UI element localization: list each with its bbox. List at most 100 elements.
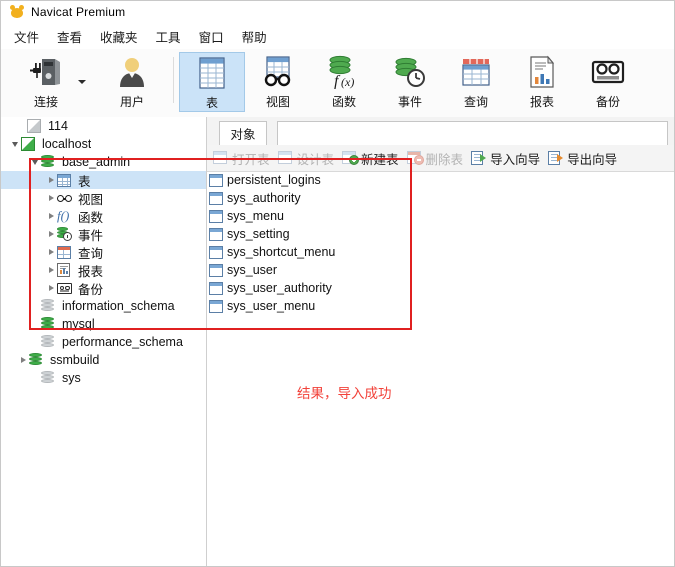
list-item[interactable]: sys_user_menu	[207, 297, 674, 315]
database-grey-icon	[41, 334, 58, 350]
database-tree-panel[interactable]: 114 localhost base_admin 表 视图 f() 函数 事件 …	[1, 117, 207, 566]
tree-chevron-placeholder	[29, 333, 41, 351]
tree-label: 查询	[78, 246, 104, 261]
query-grid-icon	[460, 52, 492, 92]
tree-node-sys[interactable]: sys	[1, 369, 206, 387]
database-grey-icon	[41, 298, 58, 314]
menu-bar: 文件 查看 收藏夹 工具 窗口 帮助	[1, 23, 674, 50]
tab-strip: 对象	[207, 117, 674, 146]
design-table-button[interactable]: 设计表	[276, 147, 341, 169]
table-list[interactable]: persistent_logins sys_authority sys_menu…	[207, 171, 674, 566]
menu-favorites[interactable]: 收藏夹	[91, 24, 147, 49]
tree-node-functions[interactable]: f() 函数	[1, 207, 206, 225]
tree-node-events[interactable]: 事件	[1, 225, 206, 243]
toolbar-event-label: 事件	[397, 95, 422, 109]
chevron-right-icon[interactable]	[45, 261, 57, 279]
export-wizard-label: 导出向导	[567, 152, 618, 167]
tree-label: 报表	[78, 264, 104, 279]
tree-node-queries[interactable]: 查询	[1, 243, 206, 261]
tree-label: 事件	[78, 228, 104, 243]
toolbar-user-button[interactable]: 用户	[99, 52, 165, 112]
tree-label: 视图	[78, 192, 104, 207]
list-item[interactable]: sys_setting	[207, 225, 674, 243]
tree-label: 114	[48, 119, 68, 133]
database-icon	[29, 352, 46, 368]
toolbar-backup-button[interactable]: 备份	[575, 52, 641, 112]
chevron-right-icon[interactable]	[17, 351, 29, 369]
chevron-right-icon[interactable]	[45, 279, 57, 297]
connection-icon	[29, 52, 63, 92]
menu-file[interactable]: 文件	[5, 24, 48, 49]
delete-table-icon	[406, 150, 424, 166]
list-item[interactable]: sys_authority	[207, 189, 674, 207]
tree-label: performance_schema	[62, 335, 183, 349]
new-table-label: 新建表	[361, 152, 399, 167]
chevron-down-icon[interactable]	[29, 153, 41, 171]
tree-node-reports[interactable]: 报表	[1, 261, 206, 279]
tree-label: sys	[62, 371, 81, 385]
toolbar-function-button[interactable]: f (x) 函数	[311, 52, 377, 112]
toolbar-query-label: 查询	[463, 95, 488, 109]
list-item[interactable]: sys_menu	[207, 207, 674, 225]
export-wizard-button[interactable]: 导出向导	[546, 147, 623, 169]
tree-node-localhost[interactable]: localhost	[1, 135, 206, 153]
connection-dropdown-button[interactable]	[75, 52, 89, 112]
tree-node-mysql[interactable]: mysql	[1, 315, 206, 333]
backup-cassette-icon	[57, 280, 74, 296]
tree-label: 函数	[78, 210, 104, 225]
delete-table-button[interactable]: 删除表	[405, 147, 470, 169]
chevron-down-icon[interactable]	[9, 135, 21, 153]
import-wizard-button[interactable]: 导入向导	[469, 147, 546, 169]
toolbar-divider	[173, 57, 174, 103]
toolbar-event-button[interactable]: 事件	[377, 52, 443, 112]
report-icon	[57, 262, 74, 278]
toolbar-report-button[interactable]: 报表	[509, 52, 575, 112]
tree-node-backups[interactable]: 备份	[1, 279, 206, 297]
list-item[interactable]: sys_shortcut_menu	[207, 243, 674, 261]
tree-label: base_admin	[62, 155, 131, 169]
table-icon	[197, 53, 227, 93]
toolbar-table-button[interactable]: 表	[179, 52, 245, 112]
chevron-right-icon[interactable]	[45, 243, 57, 261]
tree-node-performance-schema[interactable]: performance_schema	[1, 333, 206, 351]
table-name: sys_user_authority	[227, 281, 332, 295]
chevron-right-icon[interactable]	[45, 225, 57, 243]
toolbar-user-label: 用户	[119, 95, 144, 109]
toolbar-view-button[interactable]: 视图	[245, 52, 311, 112]
list-item[interactable]: sys_user_authority	[207, 279, 674, 297]
table-icon	[209, 191, 223, 205]
annotation-note: 结果，导入成功	[297, 386, 392, 401]
tree-label: 备份	[78, 282, 104, 297]
tab-objects[interactable]: 对象	[219, 121, 267, 145]
backup-cassette-icon	[591, 52, 625, 92]
new-table-button[interactable]: 新建表	[340, 147, 405, 169]
title-bar: Navicat Premium	[1, 1, 674, 24]
tree-node-information-schema[interactable]: information_schema	[1, 297, 206, 315]
chevron-right-icon[interactable]	[45, 189, 57, 207]
list-item[interactable]: sys_user	[207, 261, 674, 279]
tree-node-views[interactable]: 视图	[1, 189, 206, 207]
navicat-logo-icon	[10, 5, 24, 19]
menu-tools[interactable]: 工具	[147, 24, 190, 49]
report-icon	[527, 52, 557, 92]
tree-node-ssmbuild[interactable]: ssmbuild	[1, 351, 206, 369]
tree-node-114[interactable]: 114	[1, 117, 206, 135]
tree-node-base-admin[interactable]: base_admin	[1, 153, 206, 171]
tree-node-tables[interactable]: 表	[1, 171, 206, 189]
menu-view[interactable]: 查看	[48, 24, 91, 49]
main-toolbar: 连接 用户 表 视图 f (x) 函数 事件 查询 报表 备份	[1, 49, 674, 118]
menu-window[interactable]: 窗口	[190, 24, 233, 49]
database-grey-icon	[41, 370, 58, 386]
chevron-right-icon[interactable]	[45, 207, 57, 225]
table-name: persistent_logins	[227, 173, 321, 187]
list-item[interactable]: persistent_logins	[207, 171, 674, 189]
toolbar-query-button[interactable]: 查询	[443, 52, 509, 112]
menu-help[interactable]: 帮助	[233, 24, 276, 49]
toolbar-connection-button[interactable]: 连接	[15, 52, 77, 112]
view-glasses-icon	[57, 190, 74, 206]
table-icon	[209, 227, 223, 241]
table-icon	[209, 281, 223, 295]
open-table-button[interactable]: 打开表	[211, 147, 276, 169]
chevron-right-icon[interactable]	[45, 171, 57, 189]
toolbar-table-label: 表	[205, 96, 218, 110]
